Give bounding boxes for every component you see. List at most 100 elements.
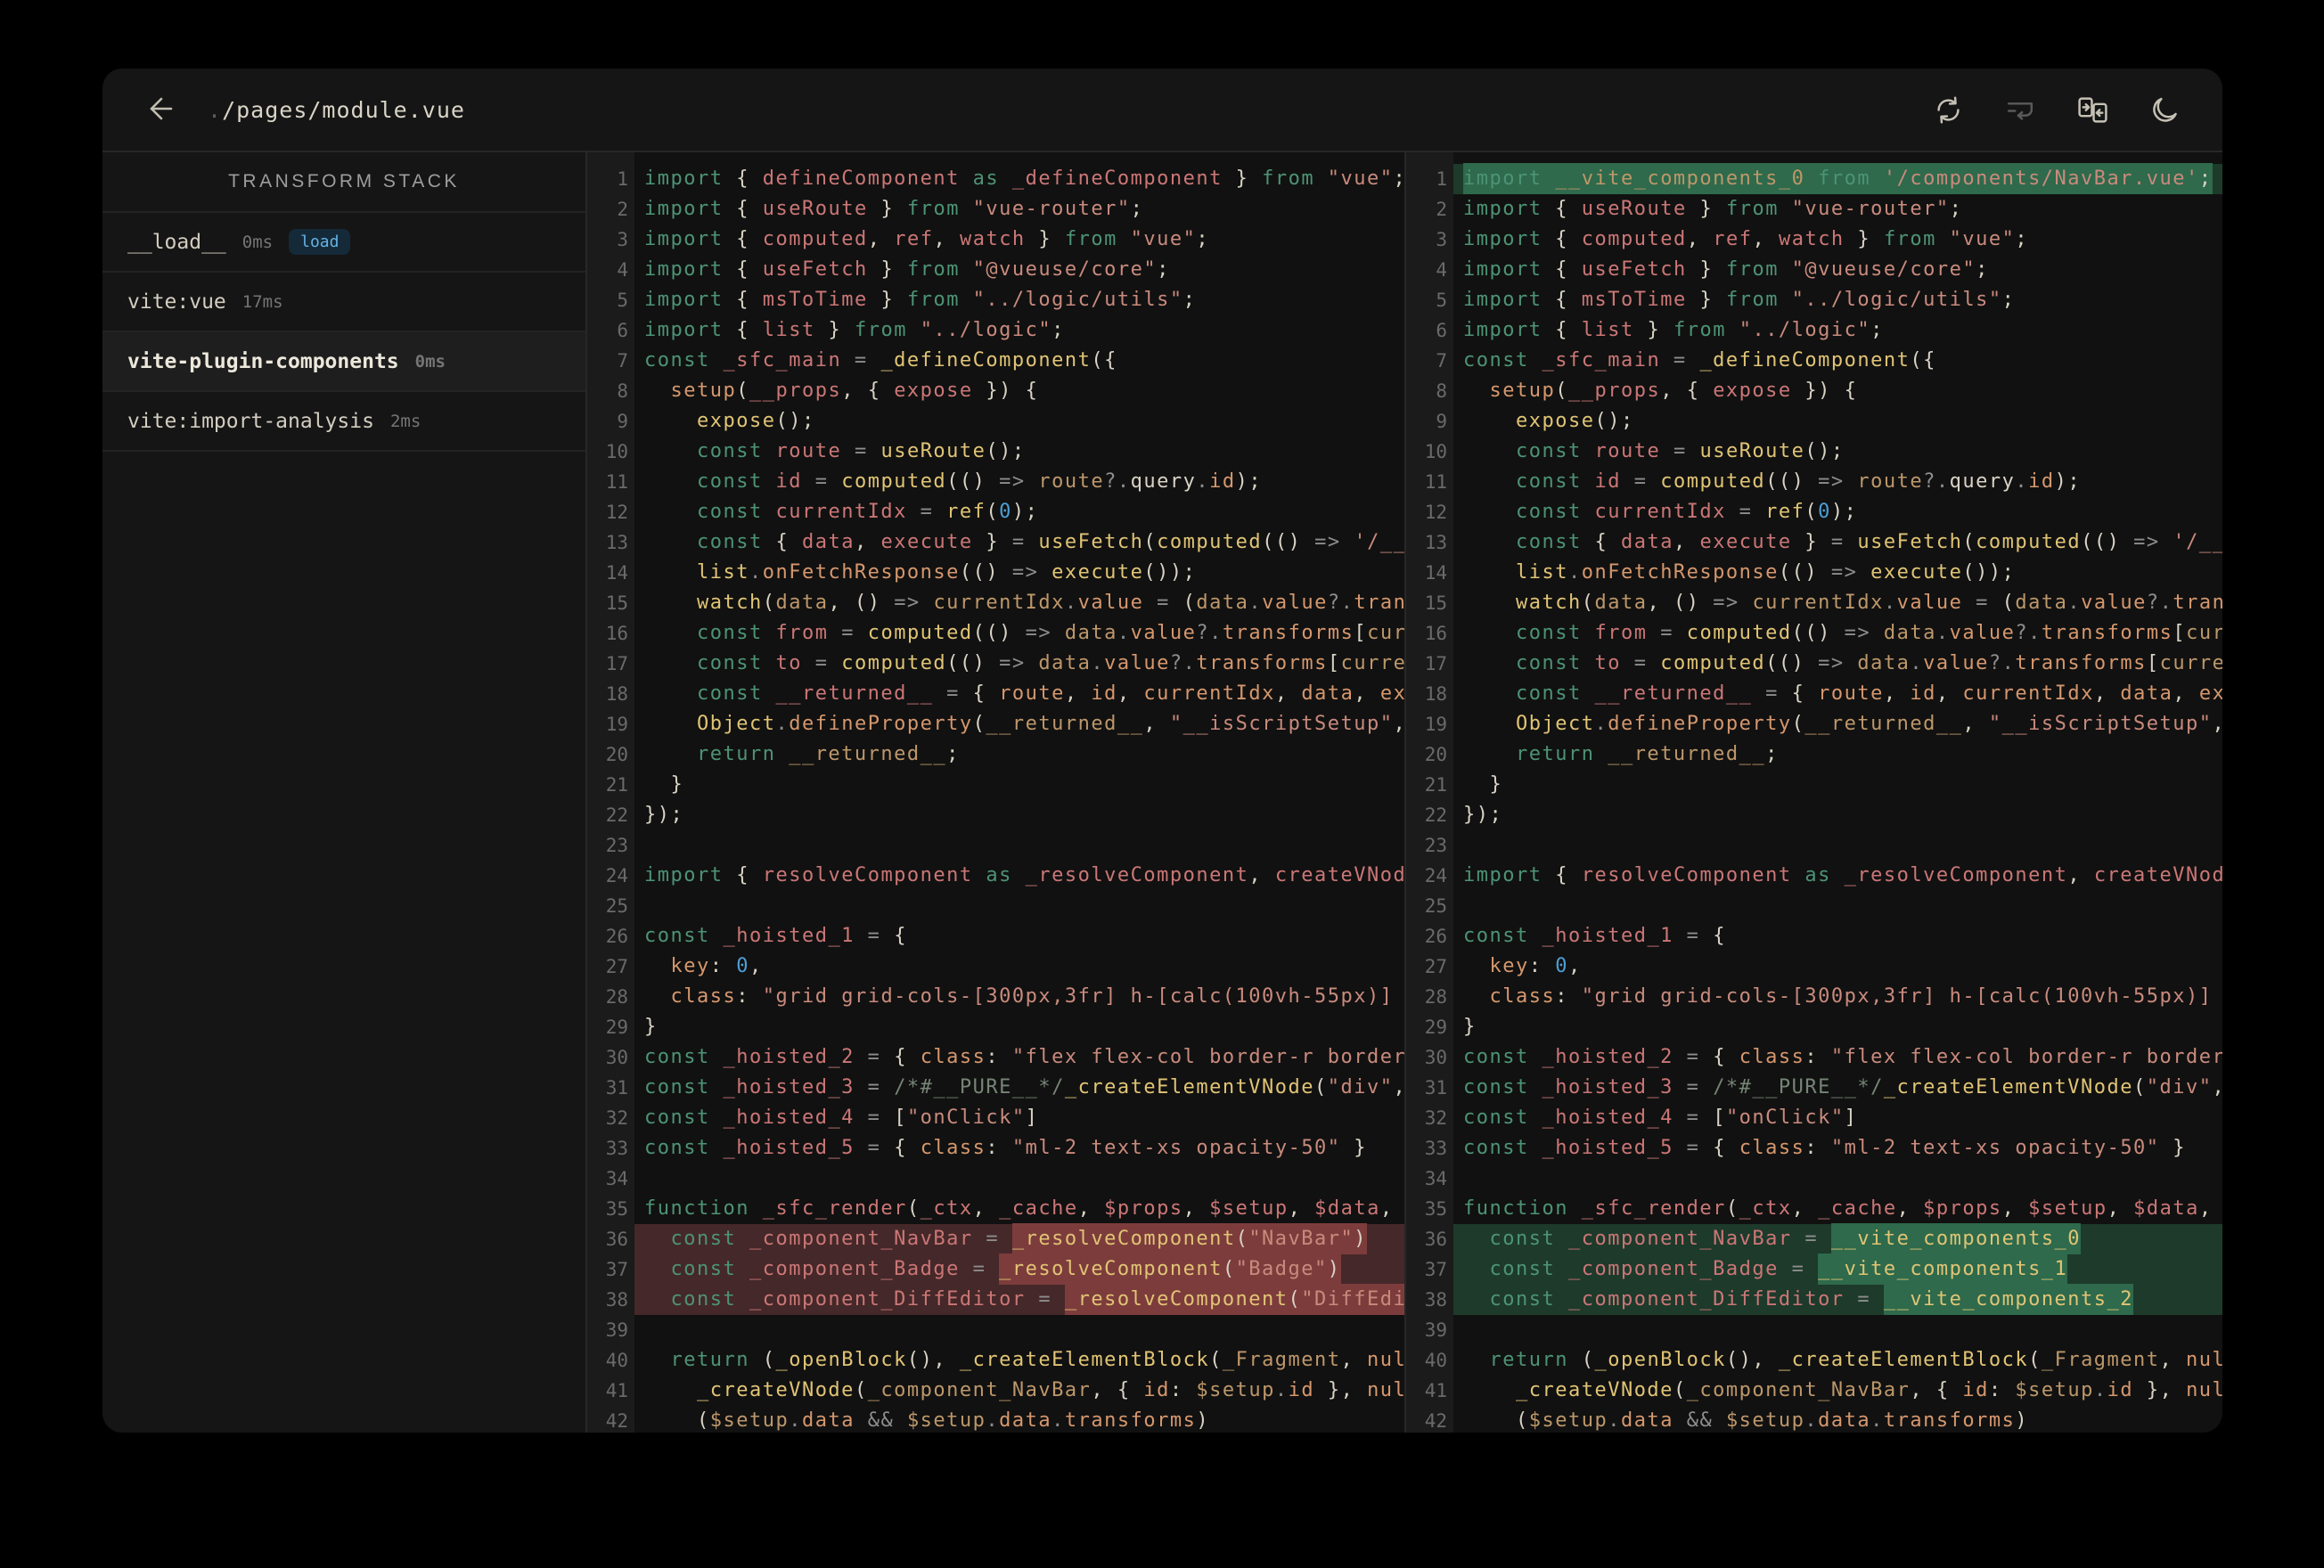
line-number: 18 xyxy=(1424,683,1447,705)
line-number: 28 xyxy=(605,986,628,1008)
code-line: }); xyxy=(644,804,684,826)
back-button[interactable] xyxy=(145,93,177,127)
code-line: const _sfc_main = _defineComponent({ xyxy=(1463,349,1936,372)
code-line: import { msToTime } from "../logic/utils… xyxy=(1463,289,2016,311)
code-line: const { data, execute } = useFetch(compu… xyxy=(644,531,1404,553)
code-line: const route = useRoute(); xyxy=(1463,440,1845,462)
code-line: const to = computed(() => data.value?.tr… xyxy=(1463,652,2222,674)
code-line: import { useFetch } from "@vueuse/core"; xyxy=(644,258,1170,281)
line-number: 9 xyxy=(1436,411,1447,432)
line-number: 10 xyxy=(605,441,628,462)
line-number: 32 xyxy=(1424,1107,1447,1129)
line-number: 39 xyxy=(1424,1319,1447,1341)
code-line: const _hoisted_5 = { class: "ml-2 text-x… xyxy=(1463,1137,2187,1159)
code-line: Object.defineProperty(__returned__, "__i… xyxy=(1515,713,2222,735)
main-area: TRANSFORM STACK __load__ 0ms load vite:v… xyxy=(102,152,2222,1433)
code-line: ($setup.data && $setup.data.transforms) xyxy=(1463,1409,2029,1432)
plugin-name: __load__ xyxy=(127,230,226,254)
code-line: ($setup.data && $setup.data.transforms) xyxy=(644,1409,1210,1432)
code-pane-after[interactable]: 1 2 3 4 5 6 7 8 9 10 11 12 13 14 15 16 17 18 19 20 21 22 23 24 2… xyxy=(1406,152,2222,1433)
line-number: 41 xyxy=(605,1380,628,1401)
code-line: Object.defineProperty(__returned__, "__i… xyxy=(696,713,1404,735)
line-number: 24 xyxy=(605,865,628,886)
code-line: watch(data, () => currentIdx.value = (da… xyxy=(696,592,1404,614)
code-pane-before[interactable]: 1 2 3 4 5 6 7 8 9 10 11 12 13 14 15 16 17 18 19 20 21 22 23 24 2… xyxy=(587,152,1406,1433)
code-line: const _hoisted_4 = ["onClick"] xyxy=(644,1107,1039,1129)
transform-stack-header: TRANSFORM STACK xyxy=(102,152,585,213)
side-by-side-diff-icon[interactable] xyxy=(2076,94,2109,127)
line-number: 39 xyxy=(605,1319,628,1341)
plugin-name: vite:vue xyxy=(127,290,226,314)
line-number: 36 xyxy=(1424,1229,1447,1250)
code-line: class: "grid grid-cols-[300px,3fr] h-[ca… xyxy=(670,985,1394,1008)
line-number: 37 xyxy=(605,1259,628,1280)
code-line: setup(__props, { expose }) { xyxy=(670,380,1039,402)
line-number: 28 xyxy=(1424,986,1447,1008)
line-number: 11 xyxy=(605,471,628,493)
line-number: 19 xyxy=(1424,714,1447,735)
code-line: import { computed, ref, watch } from "vu… xyxy=(1463,228,2029,250)
line-number: 17 xyxy=(605,653,628,674)
code-line: import { computed, ref, watch } from "vu… xyxy=(644,228,1210,250)
line-number: 4 xyxy=(1436,259,1447,281)
load-badge: load xyxy=(289,229,351,255)
code-line: const currentIdx = ref(0); xyxy=(1463,501,1858,523)
title-path: /pages/module.vue xyxy=(222,96,465,123)
line-number: 36 xyxy=(605,1229,628,1250)
dark-mode-moon-icon[interactable] xyxy=(2148,94,2181,127)
code-line: function _sfc_render(_ctx, _cache, $prop… xyxy=(1463,1197,2213,1220)
line-number: 2 xyxy=(1436,199,1447,220)
line-number: 1 xyxy=(617,168,628,190)
line-number: 22 xyxy=(605,804,628,826)
line-number: 16 xyxy=(605,623,628,644)
line-number: 31 xyxy=(605,1077,628,1098)
code-line: const route = useRoute(); xyxy=(644,440,1026,462)
plugin-name: vite-plugin-components xyxy=(127,349,399,373)
line-number: 7 xyxy=(1436,350,1447,372)
sidebar-item-vite-import-analysis[interactable]: vite:import-analysis 2ms xyxy=(102,392,585,452)
sidebar-item-vite-vue[interactable]: vite:vue 17ms xyxy=(102,273,585,332)
code-line: } xyxy=(1463,773,1503,796)
code-line: const id = computed(() => route?.query.i… xyxy=(1463,470,2082,493)
line-number: 29 xyxy=(1424,1017,1447,1038)
line-number: 4 xyxy=(617,259,628,281)
plugin-time: 0ms xyxy=(241,232,274,252)
code-line: setup(__props, { expose }) { xyxy=(1489,380,1858,402)
sidebar-item-vite-plugin-components[interactable]: vite-plugin-components 0ms xyxy=(102,332,585,392)
line-number: 21 xyxy=(605,774,628,796)
line-number: 5 xyxy=(1436,290,1447,311)
code-line: const _component_Badge = __vite_componen… xyxy=(1453,1254,2222,1285)
line-number: 35 xyxy=(1424,1198,1447,1220)
line-number: 24 xyxy=(1424,865,1447,886)
line-number: 3 xyxy=(1436,229,1447,250)
inspect-window: ./pages/module.vue TRANSFORM STACK __loa… xyxy=(102,69,2222,1433)
refresh-icon[interactable] xyxy=(1932,94,1965,127)
code-line: const to = computed(() => data.value?.tr… xyxy=(644,652,1404,674)
line-number: 42 xyxy=(605,1410,628,1432)
code-line: import { list } from "../logic"; xyxy=(1463,319,1884,341)
line-number: 20 xyxy=(605,744,628,765)
line-number: 27 xyxy=(605,956,628,977)
sidebar-item-load[interactable]: __load__ 0ms load xyxy=(102,213,585,273)
code-after: import __vite_components_0 from '/compon… xyxy=(1453,152,2222,1433)
wrap-lines-icon[interactable] xyxy=(2004,94,2037,127)
line-number: 15 xyxy=(1424,592,1447,614)
code-line: const __returned__ = { route, id, curren… xyxy=(644,682,1404,705)
line-number: 3 xyxy=(617,229,628,250)
line-number: 7 xyxy=(617,350,628,372)
line-number: 30 xyxy=(1424,1047,1447,1068)
line-number: 42 xyxy=(1424,1410,1447,1432)
plugin-time: 17ms xyxy=(241,291,283,312)
line-number: 25 xyxy=(1424,895,1447,917)
line-number: 23 xyxy=(1424,835,1447,856)
code-line: const _hoisted_1 = { xyxy=(644,925,907,947)
code-line: const _component_NavBar = __vite_compone… xyxy=(1453,1223,2222,1254)
code-line: import { list } from "../logic"; xyxy=(644,319,1065,341)
line-number: 6 xyxy=(1436,320,1447,341)
code-line: import { msToTime } from "../logic/utils… xyxy=(644,289,1197,311)
